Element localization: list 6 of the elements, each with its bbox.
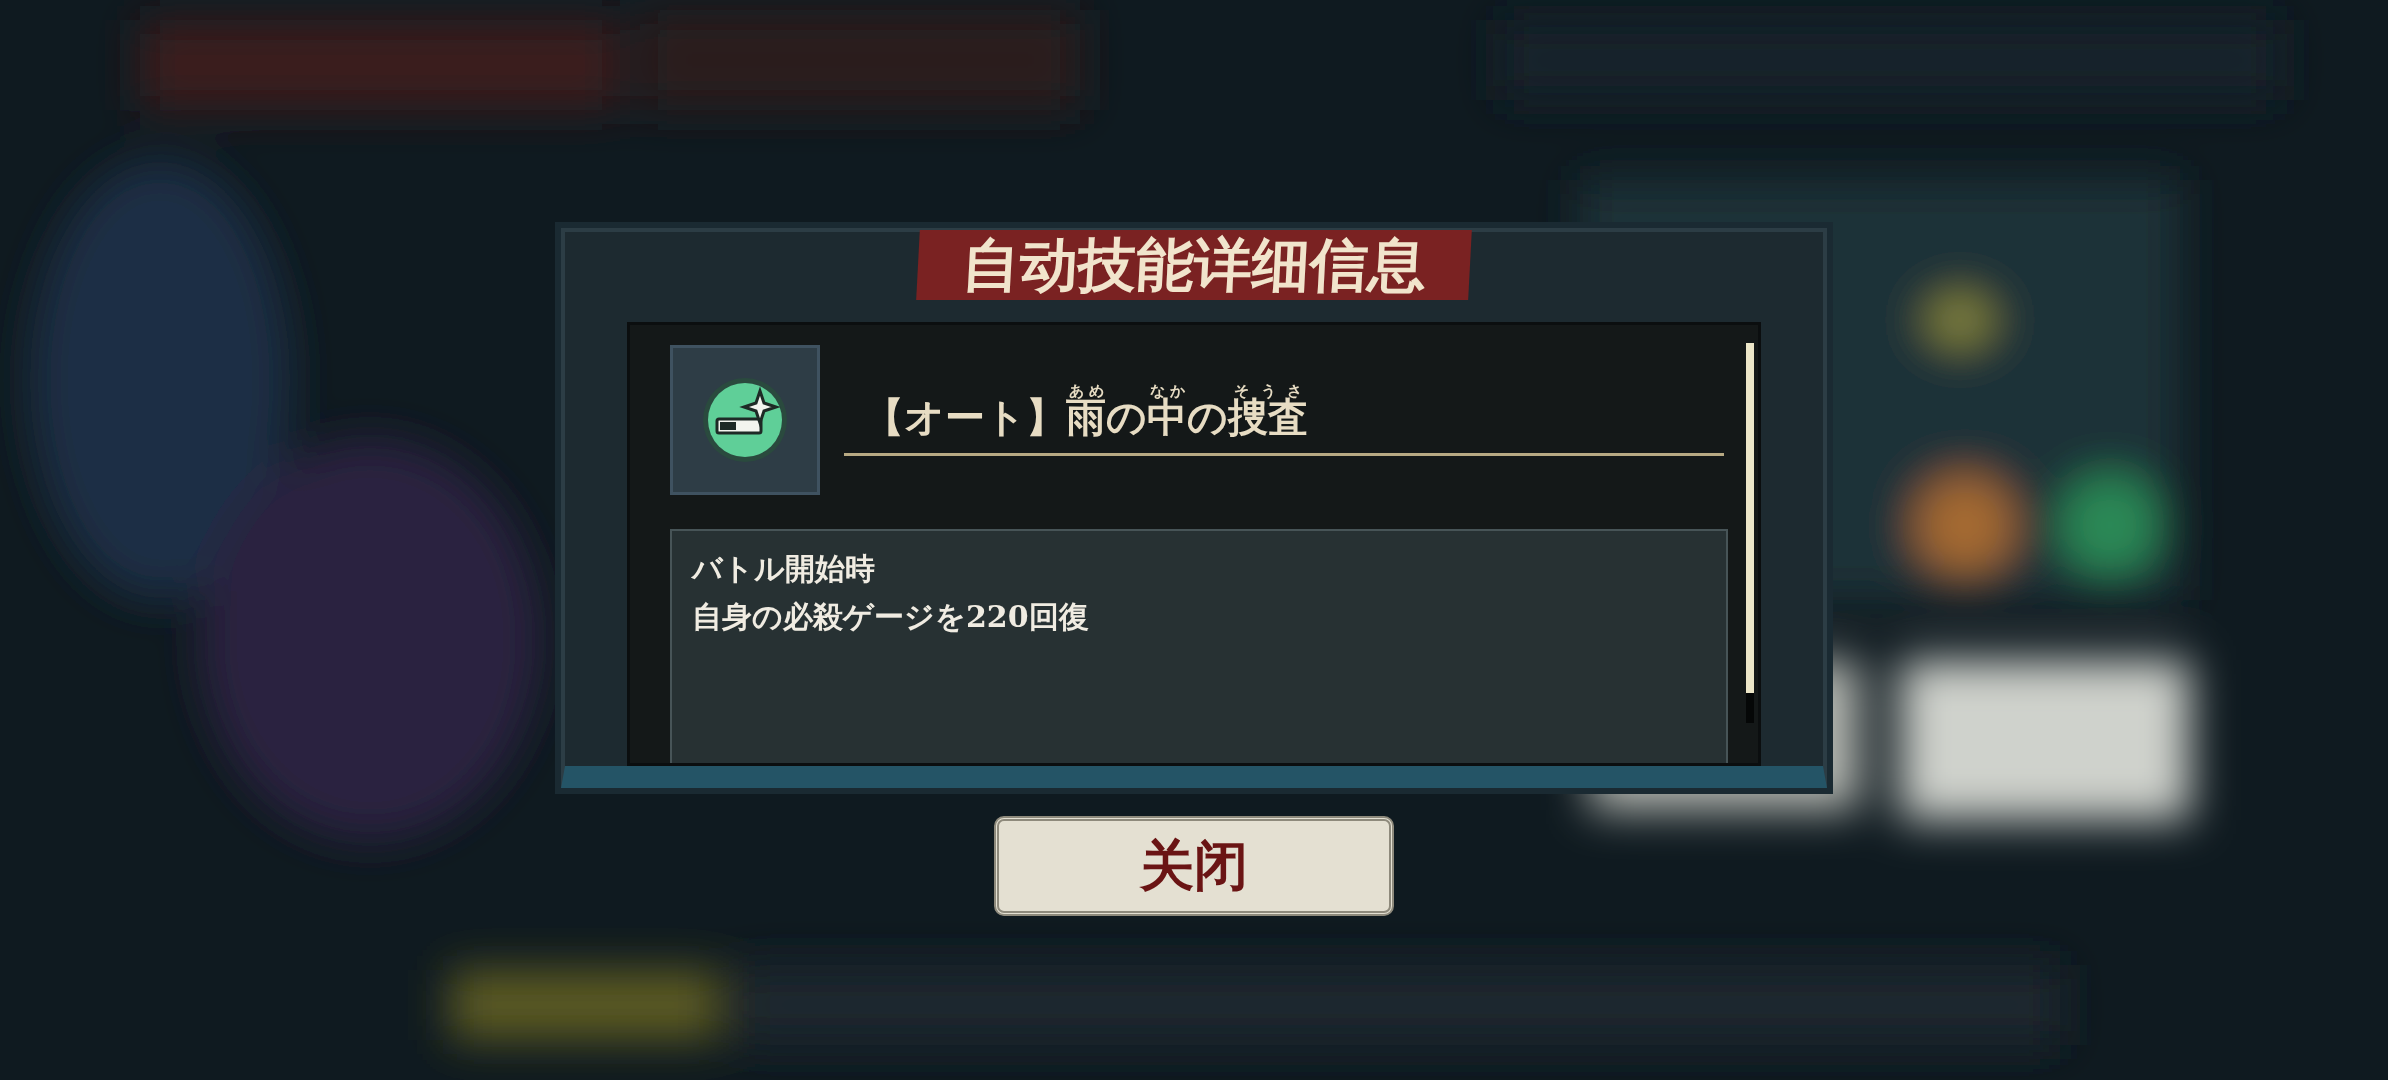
dialog-title: 自动技能详细信息	[916, 230, 1472, 300]
description-text: 自身の必殺ゲージを220回復	[692, 598, 1090, 636]
scrollbar[interactable]	[1746, 343, 1754, 723]
description-text: バトル開始時	[692, 550, 876, 588]
close-button[interactable]: 关闭	[994, 816, 1394, 916]
gauge-sparkle-icon	[700, 375, 790, 465]
